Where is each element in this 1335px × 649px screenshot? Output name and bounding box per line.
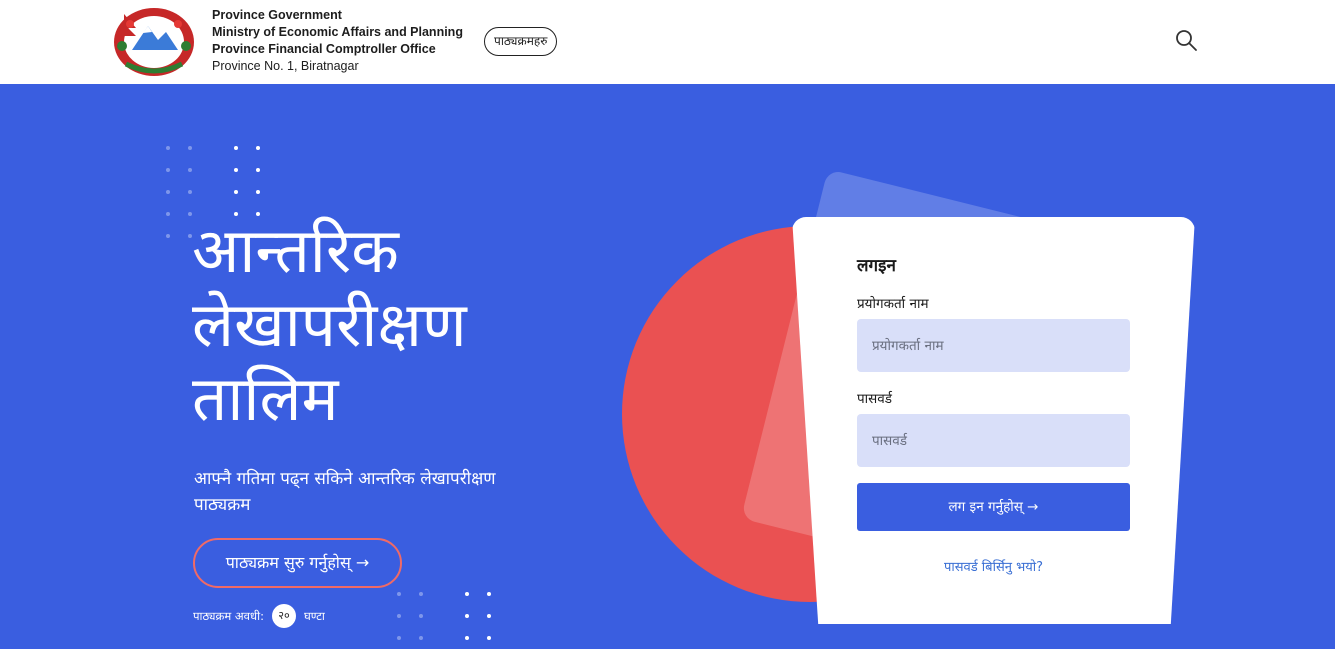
duration-unit: घण्टा	[303, 608, 325, 623]
hero-title-line-1: आन्तरिक	[192, 214, 399, 287]
courses-link[interactable]: पाठ्यक्रमहरु	[484, 27, 558, 56]
password-label: पासवर्ड	[857, 391, 893, 407]
org-line-4: Province No. 1, Biratnagar	[212, 59, 359, 73]
login-button[interactable]: लग इन गर्नुहोस् →	[857, 483, 1130, 531]
org-line-2: Ministry of Economic Affairs and Plannin…	[212, 25, 463, 39]
forgot-password-link[interactable]: पासवर्ड बिर्सिनु भयो?	[857, 557, 1130, 575]
site-header: Province Government Ministry of Economic…	[0, 0, 1335, 84]
start-course-button[interactable]: पाठ्यक्रम सुरु गर्नुहोस् →	[193, 538, 402, 588]
duration-value: २०	[271, 604, 296, 628]
hero-subtitle: आफ्नै गतिमा पढ्न सकिने आन्तरिक लेखापरीक्…	[194, 469, 496, 515]
org-line-3: Province Financial Comptroller Office	[212, 42, 436, 56]
username-input[interactable]	[857, 319, 1130, 372]
hero-title-line-2: लेखापरीक्षण	[192, 288, 467, 361]
course-duration: पाठ्यक्रम अवधी: २० घण्टा	[193, 604, 325, 628]
organization-name: Province Government Ministry of Economic…	[212, 7, 463, 75]
search-icon[interactable]	[1174, 28, 1198, 52]
login-title: लगइन	[857, 256, 896, 276]
password-input[interactable]	[857, 414, 1130, 467]
hero-title-line-3: तालिम	[192, 362, 339, 435]
org-line-1: Province Government	[212, 8, 342, 22]
hero-title: आन्तरिक लेखापरीक्षण तालिम	[192, 214, 592, 436]
duration-label: पाठ्यक्रम अवधी:	[193, 608, 264, 623]
decorative-dots-bottom	[397, 592, 497, 642]
government-emblem-logo[interactable]	[112, 6, 196, 78]
username-label: प्रयोगकर्ता नाम	[857, 296, 929, 312]
